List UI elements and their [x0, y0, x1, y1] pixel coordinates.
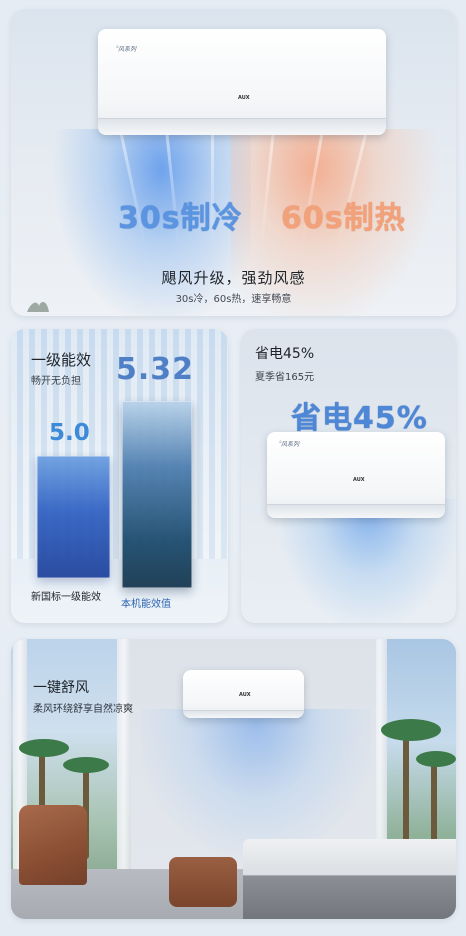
hero-card: ꩰ风系列 AUX 30s制冷 60s制热 飓风升级，强劲风感 30s冷，60s热… [11, 9, 456, 316]
efficiency-title: 一级能效 [31, 351, 92, 369]
ac-vent [98, 118, 386, 135]
air-conditioner-unit: ꩰ风系列 AUX [98, 29, 386, 135]
unit-efficiency-value: 5.32 [116, 352, 195, 387]
saving-card: 省电45% 夏季省165元 省电45% ꩰ风系列 AUX [241, 329, 456, 623]
ac-brand-series: ꩰ风系列 [281, 441, 300, 448]
saving-title: 省电45% [255, 346, 315, 362]
ottoman [169, 857, 237, 907]
comfort-card: AUX 一键舒风 柔风环绕舒享自然凉爽 [11, 639, 456, 919]
palm-frond [381, 719, 441, 741]
palm-frond [19, 739, 69, 757]
unit-efficiency-label: 本机能效值 [121, 599, 171, 610]
efficiency-subtitle: 畅开无负担 [31, 376, 81, 387]
ac-vent [183, 710, 304, 718]
air-conditioner-unit: ꩰ风系列 AUX [267, 432, 445, 518]
air-conditioner-unit: AUX [183, 670, 304, 718]
lounge-chair [19, 805, 87, 885]
bed [243, 839, 456, 919]
plant-icon [27, 302, 49, 312]
efficiency-card: 一级能效 畅开无负担 5.32 5.0 新国标一级能效 本机能效值 [11, 329, 228, 623]
palm-frond [416, 751, 456, 767]
ac-vent [267, 504, 445, 518]
comfort-title: 一键舒风 [33, 680, 89, 696]
curtain [117, 639, 131, 879]
palm-frond [63, 757, 109, 773]
saving-subtitle: 夏季省165元 [255, 372, 315, 383]
national-standard-label: 新国标一级能效 [31, 592, 101, 603]
unit-efficiency-block [122, 401, 192, 588]
hero-subtitle: 30s冷，60s热，速享畅意 [175, 294, 292, 305]
ac-brand-logo: AUX [238, 95, 250, 101]
heating-headline: 60s制热 [281, 201, 406, 236]
gentle-airflow [141, 709, 371, 859]
ac-brand-series: ꩰ风系列 [118, 46, 137, 53]
palm-trunk [403, 729, 409, 854]
ac-brand-logo: AUX [353, 477, 365, 483]
comfort-subtitle: 柔风环绕舒享自然凉爽 [33, 704, 133, 715]
ac-brand-logo: AUX [239, 692, 251, 698]
hero-title: 飓风升级，强劲风感 [161, 269, 306, 287]
national-standard-block [37, 456, 110, 578]
cooling-headline: 30s制冷 [118, 201, 243, 236]
saving-highlight: 省电45% [291, 401, 428, 436]
national-efficiency-value: 5.0 [49, 420, 90, 446]
